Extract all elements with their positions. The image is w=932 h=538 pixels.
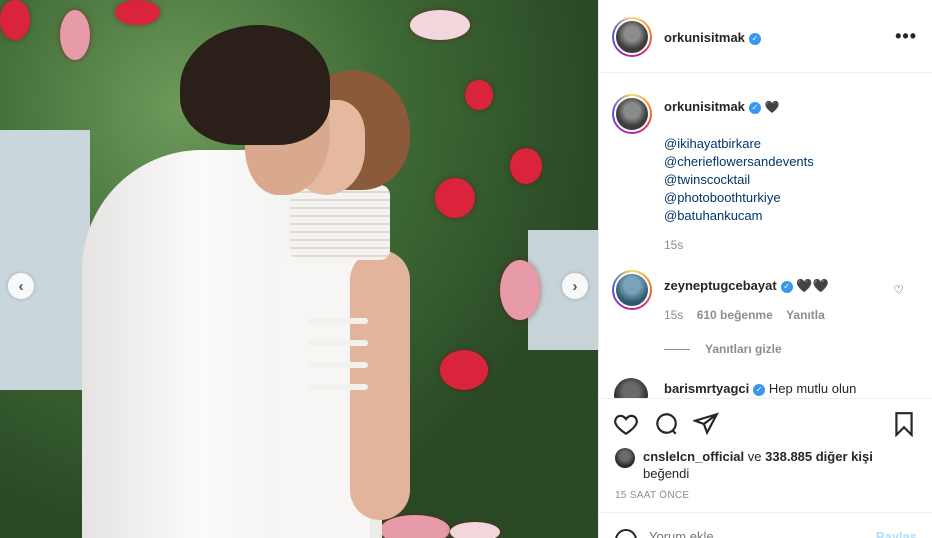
post-comment-button[interactable]: Paylaş: [876, 529, 917, 538]
verified-icon: ✓: [748, 32, 761, 45]
liker-username[interactable]: cnslelcn_official: [643, 449, 744, 464]
comment-like-icon[interactable]: ♡: [893, 283, 904, 297]
chevron-left-icon: ‹: [18, 277, 24, 295]
flower: [0, 0, 30, 40]
like-icon[interactable]: [613, 411, 641, 439]
post-actions: [599, 398, 932, 452]
comment-input[interactable]: [649, 527, 849, 538]
comment-likes[interactable]: 610 beğenme: [697, 308, 773, 322]
likes-connector: ve: [747, 449, 762, 464]
flower: [465, 80, 493, 110]
caption-username[interactable]: orkunisitmak: [664, 99, 745, 114]
more-icon[interactable]: •••: [895, 26, 917, 47]
flower: [115, 0, 160, 25]
comment-body: barismrtyagci ✓ Hep mutlu olun: [664, 381, 856, 396]
verified-icon: ✓: [753, 383, 766, 396]
likes-others[interactable]: 338.885 diğer kişi: [765, 449, 873, 464]
photo-background-lake: [0, 130, 90, 390]
commenter-username[interactable]: barismrtyagci: [664, 381, 749, 396]
commenter-username[interactable]: zeyneptugcebayat: [664, 278, 777, 293]
author-username-row: orkunisitmak ✓: [664, 30, 761, 45]
verified-icon: ✓: [748, 101, 761, 114]
next-photo-button[interactable]: ›: [562, 273, 588, 299]
mention-link[interactable]: @cherieflowersandevents: [664, 153, 814, 171]
flower: [450, 522, 500, 538]
flower: [440, 350, 488, 390]
dress-strap: [308, 384, 368, 390]
likes-text: cnslelcn_official ve 338.885 diğer kişi …: [643, 448, 913, 482]
emoji-icon[interactable]: [615, 529, 637, 538]
dress-strap: [308, 318, 368, 324]
mention-link[interactable]: @ikihayatbirkare: [664, 135, 814, 153]
comment-text: 🖤🖤: [796, 278, 829, 293]
flower: [510, 148, 542, 184]
post-header: orkunisitmak ✓ •••: [599, 0, 932, 73]
flower: [410, 10, 470, 40]
flower: [380, 515, 450, 538]
flower: [60, 10, 90, 60]
caption-time[interactable]: 15s: [664, 238, 683, 252]
comment-body: zeyneptugcebayat ✓ 🖤🖤: [664, 278, 829, 294]
share-icon[interactable]: [691, 411, 721, 439]
author-avatar[interactable]: [612, 17, 652, 57]
mention-link[interactable]: @twinscocktail: [664, 171, 814, 189]
dress-strap: [308, 362, 368, 368]
chevron-right-icon: ›: [572, 277, 578, 295]
replies-divider: [664, 349, 690, 350]
reply-button[interactable]: Yanıtla: [786, 308, 825, 322]
bookmark-icon[interactable]: [891, 411, 919, 439]
flower: [500, 260, 540, 320]
dress-strap: [308, 340, 368, 346]
bride-collar: [290, 185, 390, 260]
post-timestamp[interactable]: 15 SAAT ÖNCE: [615, 490, 689, 501]
flower: [435, 178, 475, 218]
comment-time[interactable]: 15s: [664, 308, 683, 322]
comment-icon[interactable]: [653, 411, 681, 439]
post-side-panel: orkunisitmak ✓ ••• orkunisitmak ✓ 🖤 @ikihay…: [598, 0, 932, 538]
comment-text: Hep mutlu olun: [768, 381, 857, 396]
caption-heart: 🖤: [764, 100, 780, 114]
hide-replies-button[interactable]: Yanıtları gizle: [705, 342, 782, 356]
mention-link[interactable]: @batuhankucam: [664, 207, 814, 225]
caption-avatar[interactable]: [612, 94, 652, 134]
caption-name-row: orkunisitmak ✓ 🖤: [664, 99, 780, 114]
caption-mentions: @ikihayatbirkare @cherieflowersandevents…: [664, 135, 814, 225]
instagram-post: ‹ › orkunisitmak ✓ ••• orkunisitmak ✓ 🖤 @ik…: [0, 0, 932, 538]
liker-avatar[interactable]: [615, 448, 635, 468]
comment-meta: 15s 610 beğenme Yanıtla: [664, 308, 835, 322]
verified-icon: ✓: [780, 280, 793, 293]
add-comment-bar: Paylaş: [599, 512, 932, 538]
previous-photo-button[interactable]: ‹: [8, 273, 34, 299]
commenter-avatar[interactable]: [612, 270, 652, 310]
post-photo[interactable]: ‹ ›: [0, 0, 598, 538]
groom-hair: [180, 25, 330, 145]
author-username[interactable]: orkunisitmak: [664, 30, 745, 45]
likes-suffix: beğendi: [643, 466, 690, 481]
mention-link[interactable]: @photoboothturkiye: [664, 189, 814, 207]
